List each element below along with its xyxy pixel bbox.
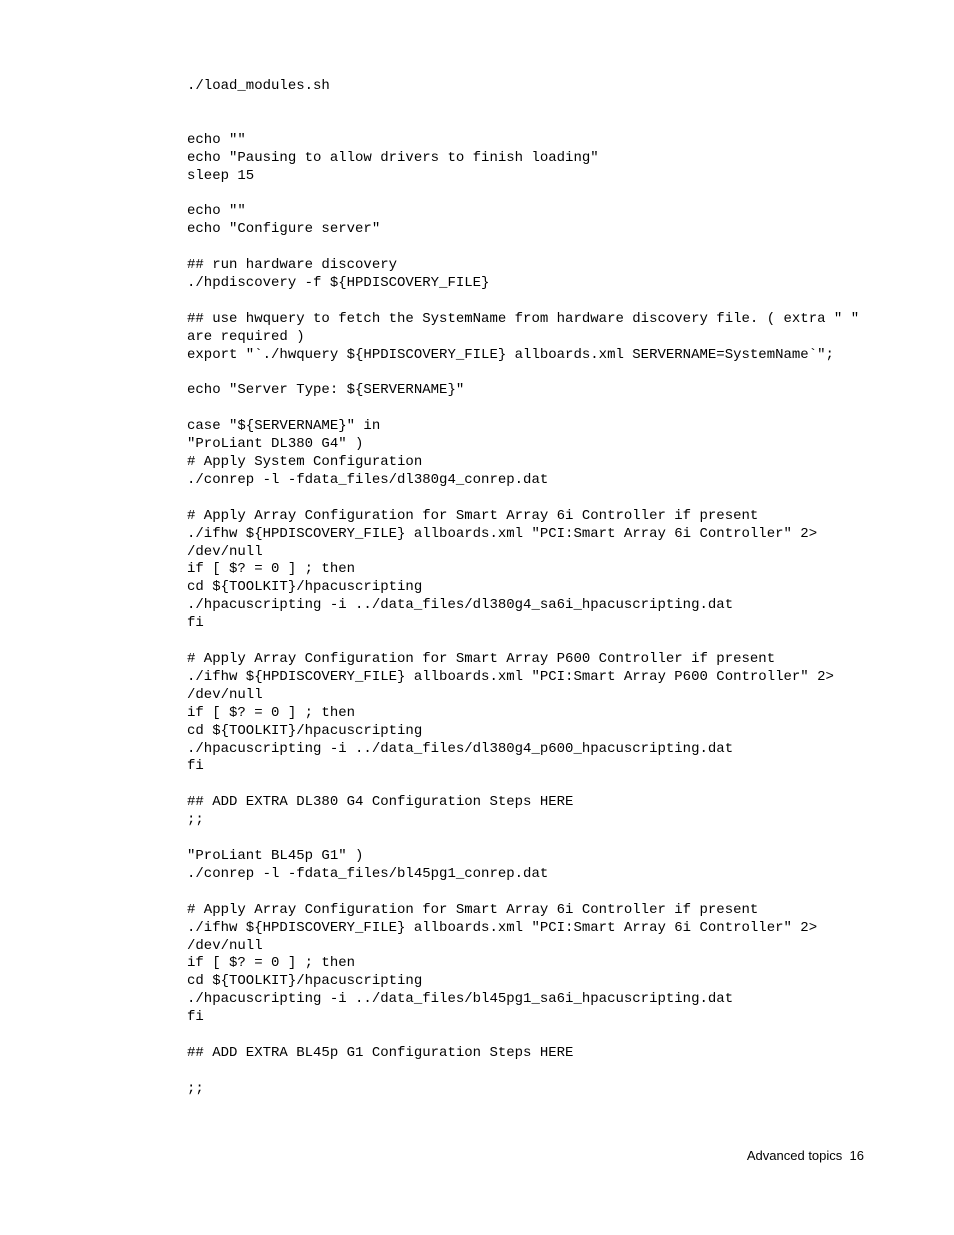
document-page: ./load_modules.sh echo "" echo "Pausing … [0,0,954,1235]
footer-section-label: Advanced topics [747,1148,842,1163]
code-listing: ./load_modules.sh echo "" echo "Pausing … [187,78,867,1099]
footer-page-number: 16 [850,1148,864,1163]
page-footer: Advanced topics 16 [747,1148,864,1165]
